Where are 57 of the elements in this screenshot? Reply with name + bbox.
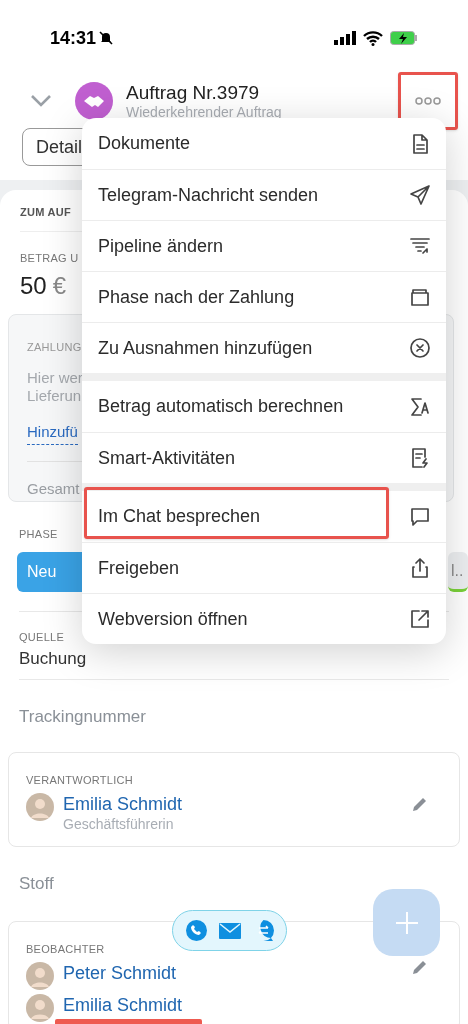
amount-value: 50 — [20, 270, 47, 301]
menu-item[interactable]: Telegram-Nachricht senden — [82, 169, 446, 220]
edit-icon[interactable] — [411, 958, 429, 976]
menu-item-label: Im Chat besprechen — [98, 505, 262, 528]
field-label: VERANTWORTLICH — [26, 773, 134, 788]
mail-icon[interactable] — [218, 922, 241, 939]
material-field[interactable]: Stoff — [19, 867, 439, 901]
status-time: 14:31 — [50, 26, 97, 50]
menu-item[interactable]: Betrag automatisch berechnen — [82, 381, 446, 432]
menu-item-label: Pipeline ändern — [98, 234, 225, 258]
chevron-down-icon[interactable] — [30, 94, 52, 108]
currency: € — [52, 270, 67, 301]
menu-item-label: Betrag automatisch berechnen — [98, 395, 345, 418]
person-name[interactable]: Peter Schmidt — [63, 961, 177, 984]
avatar — [26, 961, 54, 990]
more-icon — [415, 97, 441, 105]
hint-line: Hier wer — [27, 369, 83, 387]
avatar — [26, 792, 54, 821]
field-value: Buchung — [19, 647, 88, 670]
signal-icon — [334, 31, 356, 45]
menu-item[interactable]: Pipeline ändern — [82, 220, 446, 271]
send-icon — [408, 183, 432, 207]
menu-item-label: Smart-Aktivitäten — [98, 446, 237, 470]
edit-icon[interactable] — [411, 795, 429, 813]
menu-item[interactable]: Webversion öffnen — [82, 593, 446, 644]
menu-item-label: Dokumente — [98, 132, 192, 155]
plus-icon — [395, 911, 418, 934]
menu-item-label: Phase nach der Zahlung — [98, 285, 296, 309]
person-name[interactable]: Emilia Schmidt — [63, 792, 183, 815]
close-circle-icon — [408, 336, 432, 360]
field-label: PHASE — [19, 526, 59, 542]
window-subtitle: Wiederkehrender Auftrag — [126, 103, 283, 121]
menu-item[interactable]: Im Chat besprechen — [82, 491, 446, 542]
external-link-icon — [408, 607, 432, 631]
section-title: ZAHLUNG — [27, 339, 82, 355]
person-role: Geschäftsführerin — [63, 814, 175, 833]
section-title: ZUM AUF — [20, 205, 71, 220]
battery-icon — [390, 31, 418, 45]
menu-item-label: Freigeben — [98, 556, 181, 580]
menu-item-label: Webversion öffnen — [98, 607, 249, 631]
menu-item-label: Zu Ausnahmen hinzufügen — [98, 336, 314, 360]
avatar — [26, 993, 54, 1022]
window-title: Auftrag Nr.3979 — [126, 81, 261, 104]
bell-muted-icon — [98, 30, 115, 46]
phone-icon[interactable] — [185, 920, 207, 941]
tracking-field[interactable]: Trackingnummer — [19, 700, 449, 734]
add-link[interactable]: Hinzufü — [27, 421, 78, 445]
menu-item[interactable]: Phase nach der Zahlung — [82, 271, 446, 322]
field-label: BEOBACHTER — [26, 942, 106, 957]
menu-item[interactable]: Freigeben — [82, 542, 446, 593]
menu-item-label: Telegram-Nachricht senden — [98, 183, 320, 207]
wifi-icon — [363, 30, 383, 46]
field-label: QUELLE — [19, 630, 66, 645]
total-label: Gesamt — [27, 478, 80, 499]
field-label: BETRAG U — [20, 251, 79, 266]
hint-line: Lieferun — [27, 387, 82, 405]
person-name[interactable]: Emilia Schmidt — [63, 993, 183, 1016]
